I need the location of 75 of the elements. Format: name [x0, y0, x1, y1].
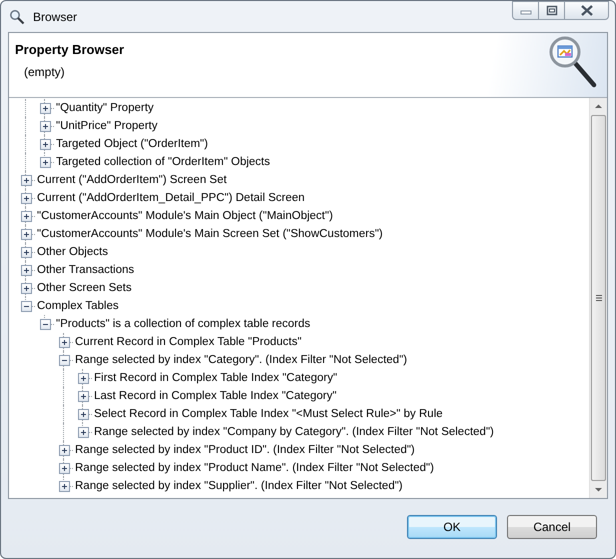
- tree-item[interactable]: "CustomerAccounts" Module's Main Screen Set ("ShowCustomers"): [36, 228, 383, 240]
- tree-item[interactable]: First Record in Complex Table Index "Category": [93, 372, 338, 384]
- tree-item[interactable]: Range selected by index "Company by Category". (Index Filter "Not Selected"): [93, 426, 494, 438]
- tree-item[interactable]: "Quantity" Property: [55, 102, 154, 114]
- expand-toggle[interactable]: [21, 228, 32, 240]
- scrollbar[interactable]: [589, 98, 607, 498]
- plus-icon: [60, 482, 69, 490]
- plus-icon: [41, 122, 50, 130]
- expand-toggle[interactable]: [21, 264, 32, 276]
- expand-toggle[interactable]: [40, 156, 51, 168]
- tree-item[interactable]: Current ("AddOrderItem_Detail_PPC") Detail Screen: [36, 192, 305, 204]
- close-icon: [580, 5, 594, 16]
- tree-item[interactable]: Range selected by index "Product ID". (Index Filter "Not Selected"): [74, 444, 415, 456]
- expand-toggle[interactable]: [40, 120, 51, 132]
- search-icon: [9, 8, 25, 24]
- expand-toggle[interactable]: [78, 390, 89, 402]
- expand-toggle[interactable]: [40, 102, 51, 114]
- plus-icon: [22, 248, 31, 256]
- plus-icon: [60, 464, 69, 472]
- plus-icon: [22, 176, 31, 184]
- plus-icon: [79, 374, 88, 382]
- tree-item[interactable]: Last Record in Complex Table Index "Category": [93, 390, 337, 402]
- expand-toggle[interactable]: [59, 336, 70, 348]
- header-title: Property Browser: [15, 42, 124, 57]
- close-button[interactable]: [564, 1, 609, 20]
- maximize-icon: [546, 5, 558, 16]
- plus-icon: [41, 158, 50, 166]
- tree-item[interactable]: Current Record in Complex Table "Products": [74, 336, 302, 348]
- tree-item[interactable]: Range selected by index "Product Name". (Index Filter "Not Selected"): [74, 462, 434, 474]
- plus-icon: [41, 140, 50, 148]
- ok-button[interactable]: OK: [407, 514, 497, 538]
- plus-icon: [41, 104, 50, 112]
- tree-item[interactable]: Targeted collection of "OrderItem" Objects: [55, 156, 270, 168]
- expand-toggle[interactable]: [40, 138, 51, 150]
- expand-toggle[interactable]: [78, 426, 89, 438]
- plus-icon: [79, 428, 88, 436]
- expand-toggle[interactable]: [59, 444, 70, 456]
- tree-item[interactable]: Range selected by index "Supplier". (Index Filter "Not Selected"): [74, 480, 403, 492]
- expand-toggle[interactable]: [21, 174, 32, 186]
- expand-toggle[interactable]: [78, 372, 89, 384]
- expand-toggle[interactable]: [21, 246, 32, 258]
- plus-icon: [22, 266, 31, 274]
- expand-toggle[interactable]: [21, 210, 32, 222]
- maximize-button[interactable]: [538, 1, 565, 20]
- plus-icon: [22, 284, 31, 292]
- tree-item[interactable]: Other Transactions: [36, 264, 134, 276]
- plus-icon: [60, 338, 69, 346]
- expand-toggle[interactable]: [21, 192, 32, 204]
- plus-icon: [79, 410, 88, 418]
- grip-icon: [594, 294, 602, 302]
- tree-item[interactable]: "CustomerAccounts" Module's Main Object ("MainObject"): [36, 210, 333, 222]
- expand-toggle[interactable]: [78, 408, 89, 420]
- plus-icon: [22, 230, 31, 238]
- tree-item[interactable]: Current ("AddOrderItem") Screen Set: [36, 174, 227, 186]
- cancel-button[interactable]: Cancel: [507, 514, 597, 538]
- expand-toggle[interactable]: [21, 300, 32, 312]
- expand-toggle[interactable]: [21, 282, 32, 294]
- expand-toggle[interactable]: [40, 318, 51, 330]
- expand-toggle[interactable]: [59, 354, 70, 366]
- plus-icon: [79, 392, 88, 400]
- tree-item[interactable]: Other Objects: [36, 246, 108, 258]
- tree-item[interactable]: Targeted Object ("OrderItem"): [55, 138, 208, 150]
- tree-item[interactable]: Other Screen Sets: [36, 282, 132, 294]
- plus-icon: [22, 212, 31, 220]
- plus-icon: [22, 194, 31, 202]
- tree-item[interactable]: Complex Tables: [36, 300, 119, 312]
- tree-item[interactable]: Select Record in Complex Table Index "<Must Select Rule>" by Rule: [93, 408, 443, 420]
- tree-item[interactable]: "Products" is a collection of complex table records: [55, 318, 310, 330]
- expand-toggle[interactable]: [59, 480, 70, 492]
- tree-item[interactable]: Range selected by index "Category". (Index Filter "Not Selected"): [74, 354, 408, 366]
- window-title: Browser: [33, 10, 78, 24]
- plus-icon: [60, 446, 69, 454]
- expand-toggle[interactable]: [59, 462, 70, 474]
- header-subtitle: (empty): [24, 65, 66, 79]
- tree-item[interactable]: "UnitPrice" Property: [55, 120, 158, 132]
